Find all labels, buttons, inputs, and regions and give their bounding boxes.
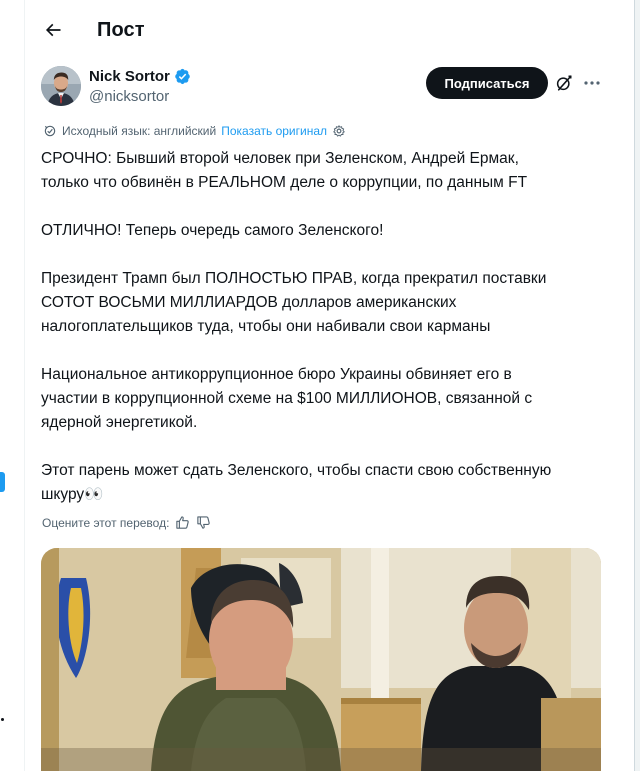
avatar[interactable] bbox=[41, 66, 81, 106]
back-button[interactable] bbox=[35, 12, 71, 48]
tweet-line: Президент Трамп был ПОЛНОСТЬЮ ПРАВ, когд… bbox=[41, 270, 547, 287]
more-dots-icon[interactable] bbox=[581, 74, 603, 92]
source-language-label: Исходный язык: английский bbox=[62, 124, 217, 138]
thumbs-down-icon[interactable] bbox=[196, 515, 211, 530]
tweet-text: СРОЧНО: Бывший второй человек при Зеленс… bbox=[41, 147, 601, 507]
follow-button[interactable]: Подписаться bbox=[426, 67, 548, 99]
tweet-author: Nick Sortor @nicksortor Подписаться bbox=[41, 66, 610, 112]
translation-info: Исходный язык: английский Показать ориги… bbox=[43, 124, 346, 138]
right-scrollbar[interactable] bbox=[634, 0, 640, 771]
page-header: Пост bbox=[25, 0, 634, 60]
tweet-line: СРОЧНО: Бывший второй человек при Зеленс… bbox=[41, 150, 519, 167]
grok-icon[interactable] bbox=[555, 74, 573, 92]
author-handle[interactable]: @nicksortor bbox=[89, 88, 169, 105]
show-original-link[interactable]: Показать оригинал bbox=[221, 124, 327, 138]
rate-translation-label: Оцените этот перевод: bbox=[42, 515, 170, 530]
left-column-border bbox=[24, 0, 25, 771]
tweet-line: участии в коррупционной схеме на $100 МИ… bbox=[41, 390, 533, 407]
tweet-line: ОТЛИЧНО! Теперь очередь самого Зеленског… bbox=[41, 222, 384, 239]
gear-icon[interactable] bbox=[332, 124, 346, 138]
tweet-photo[interactable] bbox=[41, 548, 601, 771]
rate-translation: Оцените этот перевод: bbox=[42, 515, 211, 530]
thumbs-up-icon[interactable] bbox=[175, 515, 190, 530]
left-nav-dot bbox=[1, 718, 4, 721]
tweet-line: только что обвинён в РЕАЛЬНОМ деле о кор… bbox=[41, 174, 528, 191]
tweet-line: Этот парень может сдать Зеленского, чтоб… bbox=[41, 462, 552, 479]
translate-icon bbox=[44, 125, 56, 137]
tweet-line: налогоплательщиков туда, чтобы они набив… bbox=[41, 318, 491, 335]
verified-badge-icon bbox=[175, 68, 190, 85]
tweet-line: шкуру👀 bbox=[41, 486, 104, 503]
author-name[interactable]: Nick Sortor bbox=[89, 68, 170, 85]
tweet-line: Национальное антикоррупционное бюро Укра… bbox=[41, 366, 512, 383]
tweet-line: СОТОТ ВОСЬМИ МИЛЛИАРДОВ долларов америка… bbox=[41, 294, 457, 311]
tweet-line: ядерной энергетикой. bbox=[41, 414, 198, 431]
arrow-left-icon bbox=[45, 23, 61, 37]
page-title: Пост bbox=[97, 18, 145, 41]
author-name-row: Nick Sortor bbox=[89, 68, 191, 85]
left-nav-highlight[interactable] bbox=[0, 472, 5, 492]
